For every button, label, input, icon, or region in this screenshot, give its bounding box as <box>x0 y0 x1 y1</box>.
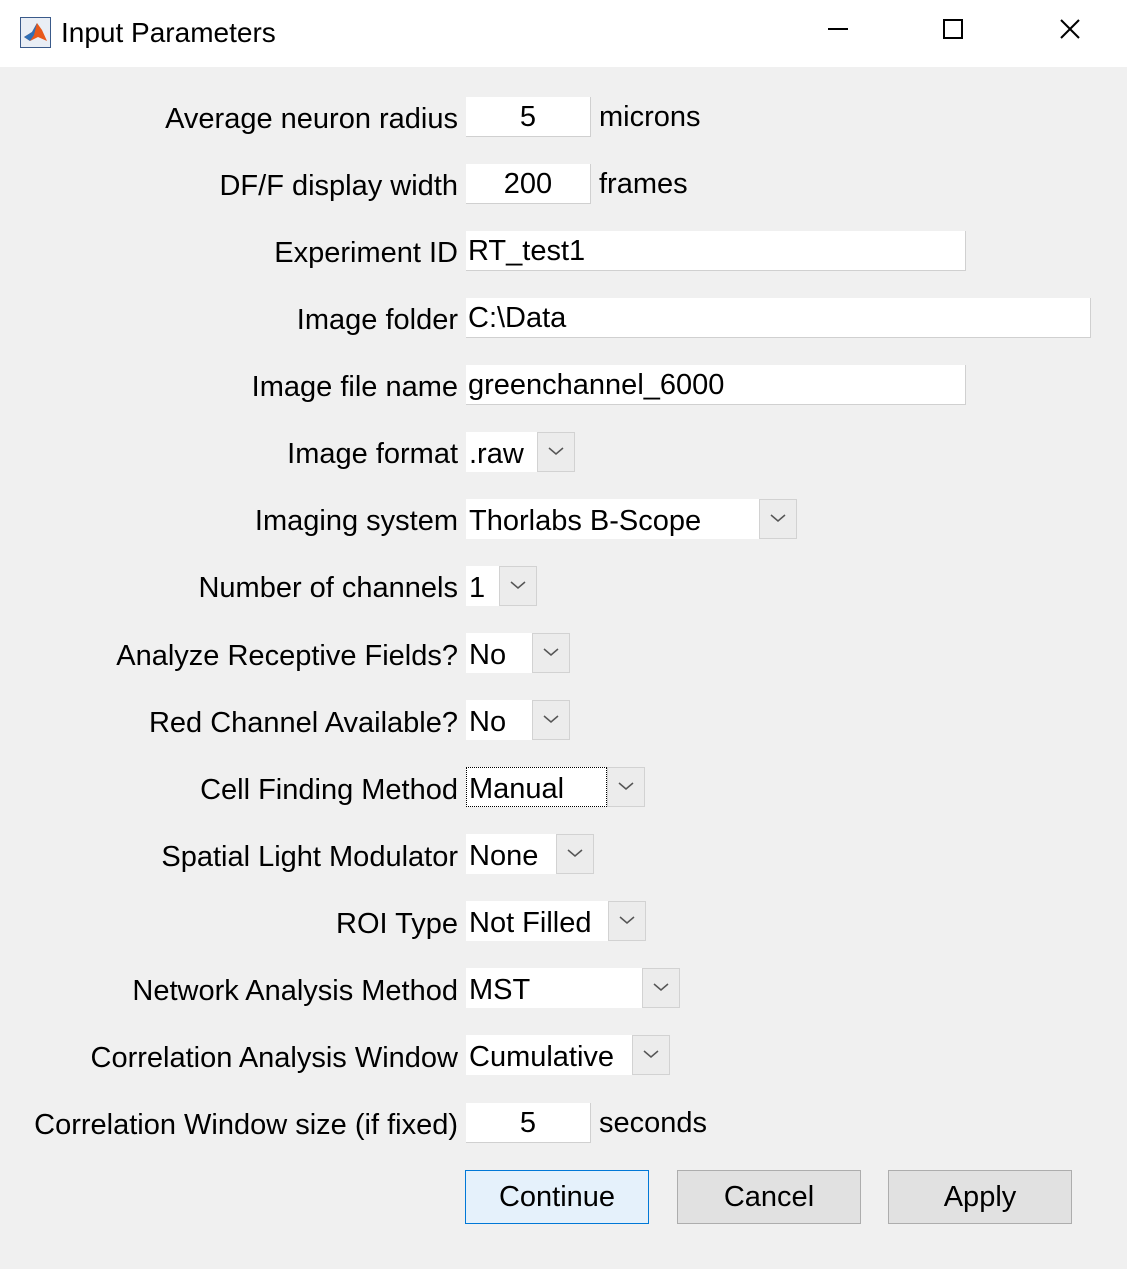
cell-finding-value: Manual <box>466 767 607 807</box>
close-icon <box>1060 19 1080 39</box>
experiment-id-input[interactable]: RT_test1 <box>466 231 966 271</box>
network-analysis-label: Network Analysis Method <box>132 975 458 1007</box>
chevron-down-icon[interactable] <box>607 767 645 807</box>
num-channels-dropdown[interactable]: 1 <box>466 566 537 606</box>
neuron-radius-unit: microns <box>599 101 701 133</box>
correlation-window-value: Cumulative <box>466 1035 632 1075</box>
apply-button[interactable]: Apply <box>888 1170 1072 1224</box>
neuron-radius-label: Average neuron radius <box>165 103 458 135</box>
roi-type-dropdown[interactable]: Not Filled <box>466 901 646 941</box>
network-analysis-value: MST <box>466 968 642 1008</box>
receptive-fields-label: Analyze Receptive Fields? <box>116 640 458 672</box>
correlation-window-dropdown[interactable]: Cumulative <box>466 1035 670 1075</box>
chevron-down-icon[interactable] <box>499 566 537 606</box>
image-file-name-input[interactable]: greenchannel_6000 <box>466 365 966 405</box>
chevron-down-icon[interactable] <box>608 901 646 941</box>
minimize-button[interactable] <box>798 8 878 56</box>
slm-label: Spatial Light Modulator <box>161 841 458 873</box>
network-analysis-dropdown[interactable]: MST <box>466 968 680 1008</box>
receptive-fields-value: No <box>466 633 532 673</box>
matlab-icon <box>20 17 51 48</box>
imaging-system-label: Imaging system <box>254 505 458 537</box>
receptive-fields-dropdown[interactable]: No <box>466 633 570 673</box>
correlation-size-input[interactable]: 5 <box>466 1103 591 1143</box>
chevron-down-icon[interactable] <box>532 700 570 740</box>
maximize-icon <box>943 19 963 39</box>
cell-finding-dropdown[interactable]: Manual <box>466 767 645 807</box>
cancel-button[interactable]: Cancel <box>677 1170 861 1224</box>
num-channels-label: Number of channels <box>198 572 458 604</box>
correlation-window-label: Correlation Analysis Window <box>90 1042 458 1074</box>
minimize-icon <box>828 28 848 30</box>
maximize-button[interactable] <box>913 8 993 56</box>
image-format-label: Image format <box>287 438 458 470</box>
roi-type-label: ROI Type <box>336 908 458 940</box>
dff-width-label: DF/F display width <box>219 170 458 202</box>
chevron-down-icon[interactable] <box>632 1035 670 1075</box>
imaging-system-dropdown[interactable]: Thorlabs B-Scope <box>466 499 797 539</box>
dff-width-input[interactable]: 200 <box>466 164 591 204</box>
close-button[interactable] <box>1030 8 1110 56</box>
window-title: Input Parameters <box>61 17 276 48</box>
chevron-down-icon[interactable] <box>532 633 570 673</box>
continue-button[interactable]: Continue <box>465 1170 649 1224</box>
red-channel-value: No <box>466 700 532 740</box>
image-folder-input[interactable]: C:\Data <box>466 298 1091 338</box>
chevron-down-icon[interactable] <box>642 968 680 1008</box>
image-folder-label: Image folder <box>296 304 458 336</box>
image-format-value: .raw <box>466 432 537 472</box>
imaging-system-value: Thorlabs B-Scope <box>466 499 759 539</box>
red-channel-dropdown[interactable]: No <box>466 700 570 740</box>
cell-finding-label: Cell Finding Method <box>200 774 458 806</box>
experiment-id-label: Experiment ID <box>274 237 458 269</box>
chevron-down-icon[interactable] <box>537 432 575 472</box>
title-bar: Input Parameters <box>0 0 1127 67</box>
chevron-down-icon[interactable] <box>556 834 594 874</box>
chevron-down-icon[interactable] <box>759 499 797 539</box>
correlation-size-unit: seconds <box>599 1107 708 1139</box>
slm-dropdown[interactable]: None <box>466 834 594 874</box>
image-format-dropdown[interactable]: .raw <box>466 432 575 472</box>
red-channel-label: Red Channel Available? <box>148 707 458 739</box>
dff-width-unit: frames <box>599 168 688 200</box>
neuron-radius-input[interactable]: 5 <box>466 97 591 137</box>
image-file-name-label: Image file name <box>251 371 458 403</box>
roi-type-value: Not Filled <box>466 901 608 941</box>
correlation-size-label: Correlation Window size (if fixed) <box>34 1109 458 1141</box>
num-channels-value: 1 <box>466 566 499 606</box>
slm-value: None <box>466 834 556 874</box>
